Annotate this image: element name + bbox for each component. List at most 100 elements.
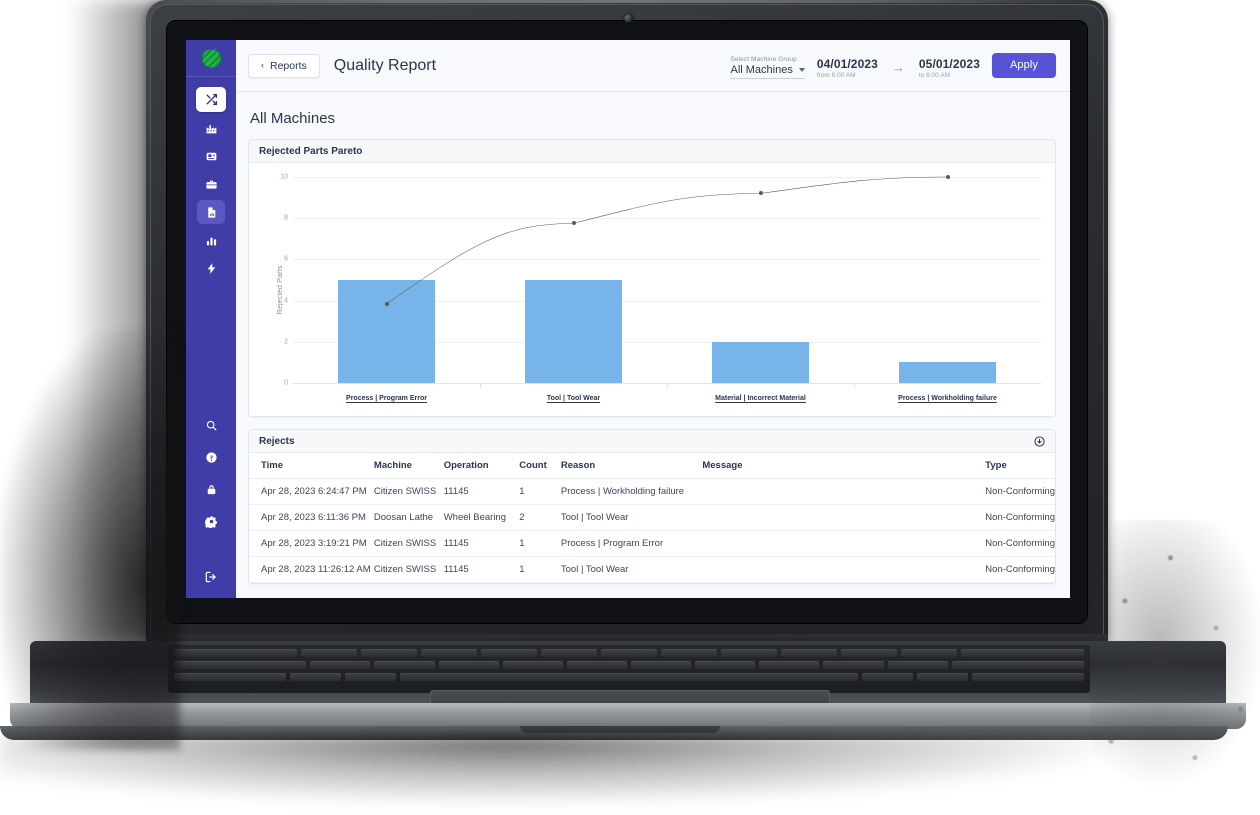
pareto-chart-body: Rejected Parts 0 2 4 6 8 10 Process | Program…	[249, 163, 1055, 417]
apply-button[interactable]: Apply	[991, 52, 1056, 78]
cell-time: Apr 28, 2023 6:24:47 PM	[249, 478, 374, 505]
cell-type: Non-Conforming	[985, 504, 1055, 531]
topbar-controls: Select Machine Group All Machines 04/01/…	[730, 52, 1056, 79]
cell-machine: Citizen SWISS	[373, 530, 444, 557]
cell-reason: Process | Workholding failure	[560, 478, 703, 505]
sidebar-item-settings[interactable]	[197, 510, 225, 532]
factory-icon	[206, 124, 216, 133]
sidebar-item-machines[interactable]	[197, 144, 225, 168]
x-axis-labels: Process | Program Error Tool | Tool Wear M…	[293, 387, 1041, 405]
cell-message	[702, 556, 986, 583]
laptop-keyboard	[168, 645, 1090, 693]
key	[759, 661, 820, 669]
sidebar-item-security[interactable]	[197, 478, 225, 500]
content-area: All Machines Rejected Parts Pareto Rejec…	[236, 92, 1070, 598]
sidebar-item-shuffle[interactable]	[196, 87, 226, 112]
sidebar-item-logout[interactable]	[197, 566, 225, 588]
column-header-type[interactable]: Type	[985, 453, 1055, 479]
briefcase-icon	[205, 179, 217, 189]
cell-count: 1	[519, 478, 561, 505]
cell-reason: Tool | Tool Wear	[560, 504, 703, 531]
column-header-machine[interactable]: Machine	[373, 453, 444, 479]
x-axis-label-slot: Process | Workholding failure	[854, 387, 1041, 405]
brand-logo-wrap[interactable]	[186, 40, 236, 76]
cell-operation: 11145	[443, 556, 520, 583]
cell-type: Non-Conforming	[985, 478, 1055, 505]
cell-time: Apr 28, 2023 3:19:21 PM	[249, 530, 374, 557]
sidebar-item-factory[interactable]	[197, 116, 225, 140]
help-circle-icon	[205, 451, 217, 463]
table-row[interactable]: Apr 28, 2023 11:26:12 AM Citizen SWISS 111…	[249, 556, 1055, 583]
sidebar-divider	[186, 76, 236, 77]
logout-icon	[205, 571, 216, 583]
column-header-time[interactable]: Time	[249, 453, 374, 479]
chart-plot-area: 0 2 4 6 8 10	[280, 174, 1041, 388]
table-row[interactable]: Apr 28, 2023 3:19:21 PM Citizen SWISS 1114…	[249, 530, 1055, 557]
date-range-arrow-icon: →	[891, 59, 905, 75]
cell-machine: Doosan Lathe	[373, 504, 444, 531]
cumulative-line-svg	[293, 177, 1041, 383]
key	[310, 661, 371, 669]
column-header-operation[interactable]: Operation	[443, 453, 520, 479]
cumulative-point-3[interactable]	[945, 175, 950, 179]
key	[541, 649, 597, 657]
application-window: ‹ Reports Quality Report Select Machine …	[186, 40, 1070, 598]
x-axis-label-2[interactable]: Material | Incorrect Material	[715, 395, 806, 402]
webcam-icon	[624, 14, 633, 23]
sidebar-item-jobs[interactable]	[197, 172, 225, 196]
table-header-row: Time Machine Operation Count Reason Mess…	[249, 453, 1055, 479]
key	[917, 673, 968, 681]
cell-reason: Process | Program Error	[560, 530, 703, 557]
sidebar-item-energy[interactable]	[197, 256, 225, 280]
sidebar-nav-bottom	[197, 414, 225, 598]
sidebar-item-reports[interactable]	[197, 200, 225, 224]
cell-type: Non-Conforming	[985, 556, 1055, 583]
sidebar-item-help[interactable]	[197, 446, 225, 468]
x-axis-label-0[interactable]: Process | Program Error	[346, 395, 427, 402]
rejects-table-title: Rejects	[259, 435, 295, 447]
column-header-reason[interactable]: Reason	[560, 453, 703, 479]
download-circle-icon[interactable]	[1034, 435, 1045, 447]
column-header-count[interactable]: Count	[519, 453, 561, 479]
download-glyph	[1034, 435, 1045, 447]
date-from-field[interactable]: 04/01/2023 from 6:00 AM	[817, 57, 878, 79]
shuffle-icon	[206, 93, 217, 106]
column-header-message[interactable]: Message	[702, 453, 986, 479]
cell-time: Apr 28, 2023 6:11:36 PM	[249, 504, 374, 531]
cell-message	[702, 478, 986, 505]
cumulative-point-1[interactable]	[571, 221, 576, 226]
rejects-table-header: Rejects	[249, 430, 1055, 453]
date-to-field[interactable]: 05/01/2023 to 6:00 AM	[919, 57, 980, 79]
cell-operation: 11145	[443, 530, 520, 557]
x-axis-label-1[interactable]: Tool | Tool Wear	[547, 395, 600, 402]
key	[695, 661, 756, 669]
y-axis-tick: 4	[284, 297, 288, 305]
key	[780, 649, 837, 657]
cell-count: 1	[519, 530, 561, 557]
cumulative-point-2[interactable]	[758, 191, 763, 196]
key	[174, 661, 307, 669]
key	[174, 673, 287, 681]
table-row[interactable]: Apr 28, 2023 6:24:47 PM Citizen SWISS 1114…	[249, 478, 1055, 505]
key	[660, 649, 717, 657]
cell-operation: Wheel Bearing	[443, 504, 520, 531]
section-title: All Machines	[250, 110, 336, 127]
x-axis-label-3[interactable]: Process | Workholding failure	[898, 395, 997, 402]
key	[344, 673, 396, 681]
x-axis-label-slot: Process | Program Error	[293, 387, 480, 405]
y-axis-tick: 0	[284, 379, 288, 387]
rejects-table-body: Apr 28, 2023 6:24:47 PM Citizen SWISS 1114…	[249, 478, 1055, 583]
cumulative-point-0[interactable]	[384, 301, 389, 306]
machine-group-value-row[interactable]: All Machines	[730, 63, 805, 79]
machine-group-value: All Machines	[730, 63, 793, 76]
machine-group-select[interactable]: Select Machine Group All Machines	[730, 56, 805, 79]
cell-message	[702, 530, 986, 557]
pareto-chart-title: Rejected Parts Pareto	[259, 145, 363, 157]
table-row[interactable]: Apr 28, 2023 6:11:36 PM Doosan Lathe Wheel…	[249, 504, 1055, 531]
key	[502, 661, 563, 669]
x-axis-label-slot: Material | Incorrect Material	[667, 387, 854, 405]
sidebar-item-search[interactable]	[197, 414, 225, 436]
sidebar-item-analytics[interactable]	[197, 228, 225, 252]
back-to-reports-button[interactable]: ‹ Reports	[248, 53, 320, 78]
key	[862, 673, 914, 681]
